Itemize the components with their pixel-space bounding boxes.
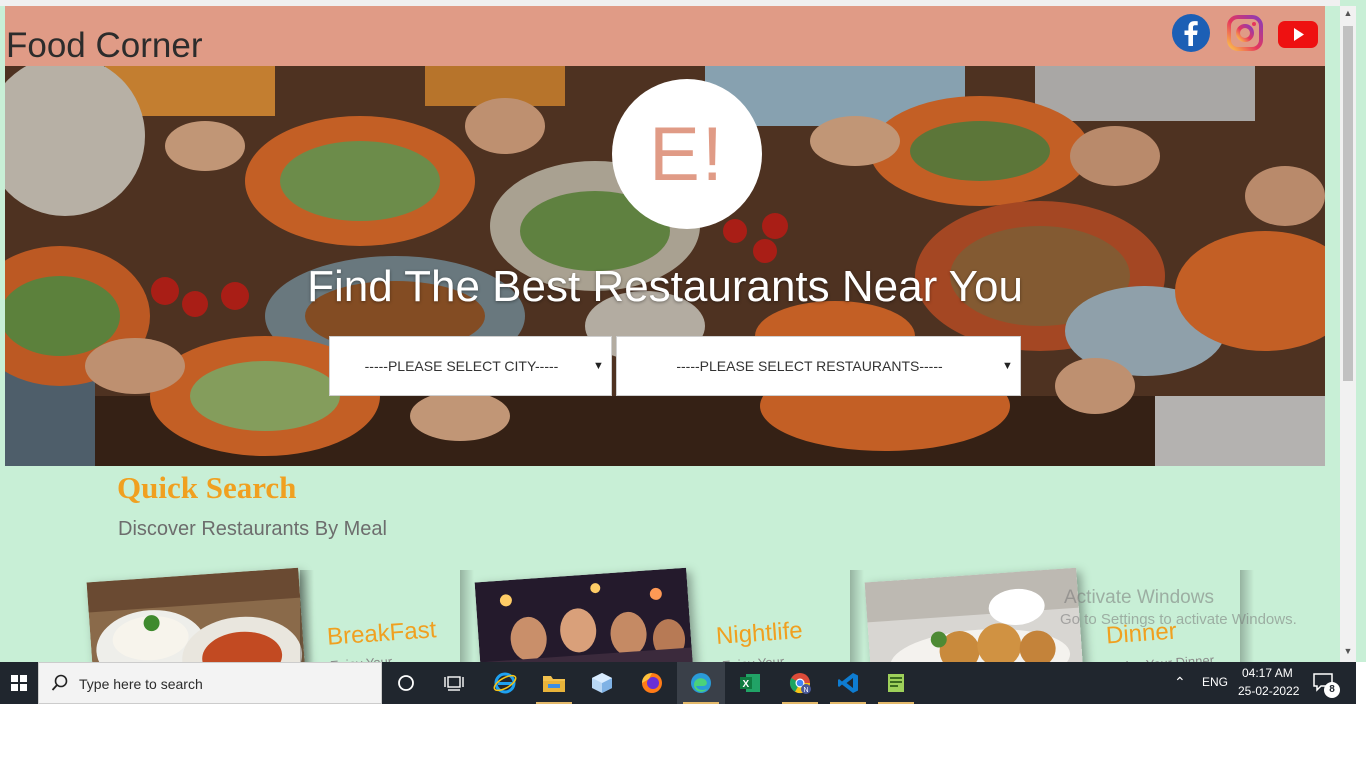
edge-browser-icon[interactable] bbox=[677, 662, 725, 704]
nightlife-card-image[interactable] bbox=[474, 567, 694, 662]
site-header: Food Corner bbox=[5, 6, 1325, 66]
clock-date[interactable]: 25-02-2022 bbox=[1238, 684, 1299, 698]
breakfast-card-image[interactable] bbox=[86, 567, 306, 662]
dinner-card-image[interactable] bbox=[864, 567, 1084, 662]
3d-box-app-icon[interactable] bbox=[578, 662, 626, 704]
running-indicator bbox=[536, 702, 572, 704]
notepad-app-icon[interactable] bbox=[872, 662, 920, 704]
restaurant-select-value: -----PLEASE SELECT RESTAURANTS----- bbox=[676, 358, 943, 374]
chevron-down-icon: ▼ bbox=[1002, 360, 1013, 372]
browser-viewport: Food Corner E! Find The Best Restaurants… bbox=[0, 0, 1366, 662]
nightlife-card-title[interactable]: Nightlife bbox=[715, 617, 803, 651]
clock-time[interactable]: 04:17 AM bbox=[1242, 666, 1293, 680]
vscode-icon[interactable] bbox=[824, 662, 872, 704]
cortana-icon[interactable] bbox=[382, 662, 430, 704]
running-indicator bbox=[830, 702, 866, 704]
windows-start-icon[interactable] bbox=[0, 662, 38, 704]
search-icon bbox=[51, 674, 68, 691]
firefox-icon[interactable] bbox=[628, 662, 676, 704]
hero-title: Find The Best Restaurants Near You bbox=[307, 262, 1023, 311]
running-indicator bbox=[782, 702, 818, 704]
file-explorer-icon[interactable] bbox=[530, 662, 578, 704]
card-divider bbox=[460, 570, 474, 662]
logo-text: E! bbox=[649, 111, 725, 197]
vertical-scrollbar[interactable]: ▲ ▼ bbox=[1340, 6, 1356, 662]
youtube-icon[interactable] bbox=[1277, 13, 1318, 53]
restaurant-select[interactable]: -----PLEASE SELECT RESTAURANTS----- ▼ bbox=[616, 336, 1021, 396]
scrollbar-thumb[interactable] bbox=[1343, 26, 1353, 381]
taskbar-search-box[interactable]: Type here to search bbox=[38, 662, 382, 704]
svg-text:X: X bbox=[743, 679, 750, 690]
activate-windows-watermark: Activate Windows bbox=[1064, 587, 1214, 608]
city-select[interactable]: -----PLEASE SELECT CITY----- ▼ bbox=[329, 336, 612, 396]
task-view-icon[interactable] bbox=[430, 662, 478, 704]
running-indicator bbox=[683, 702, 719, 704]
logo-badge[interactable]: E! bbox=[612, 79, 762, 229]
taskbar-search-placeholder: Type here to search bbox=[79, 676, 203, 692]
nightlife-card-desc: Enjoy Your bbox=[722, 654, 785, 662]
activate-windows-hint: Go to Settings to activate Windows. bbox=[1060, 611, 1297, 628]
internet-explorer-icon[interactable] bbox=[481, 662, 529, 704]
notification-count-badge: 8 bbox=[1324, 682, 1340, 698]
language-indicator[interactable]: ENG bbox=[1202, 675, 1228, 689]
site-title[interactable]: Food Corner bbox=[6, 26, 202, 66]
show-hidden-icons-chevron-icon[interactable]: ⌃ bbox=[1174, 674, 1186, 691]
quick-search-title: Quick Search bbox=[117, 470, 297, 505]
instagram-icon[interactable] bbox=[1225, 13, 1265, 53]
breakfast-card-title[interactable]: BreakFast bbox=[326, 616, 437, 652]
scroll-down-arrow-icon[interactable]: ▼ bbox=[1340, 646, 1356, 660]
windows-taskbar: Type here to search X N ⌃ ENG 04:17 AM 2… bbox=[0, 662, 1356, 704]
chevron-down-icon: ▼ bbox=[593, 360, 604, 372]
chrome-icon[interactable]: N bbox=[776, 662, 824, 704]
quick-search-subtitle: Discover Restaurants By Meal bbox=[118, 518, 387, 540]
breakfast-card-desc: Enjoy Your bbox=[330, 654, 393, 662]
excel-icon[interactable]: X bbox=[726, 662, 774, 704]
facebook-icon[interactable] bbox=[1171, 13, 1211, 53]
hero-banner: E! Find The Best Restaurants Near You --… bbox=[5, 66, 1325, 466]
scroll-up-arrow-icon[interactable]: ▲ bbox=[1340, 8, 1356, 22]
notification-center-icon[interactable]: 8 bbox=[1312, 672, 1340, 698]
card-divider bbox=[300, 570, 314, 662]
dinner-card-desc: Enjoy Your Dinner bbox=[1110, 652, 1215, 662]
running-indicator bbox=[878, 702, 914, 704]
card-divider bbox=[850, 570, 864, 662]
svg-text:N: N bbox=[804, 687, 809, 694]
city-select-value: -----PLEASE SELECT CITY----- bbox=[364, 358, 559, 374]
